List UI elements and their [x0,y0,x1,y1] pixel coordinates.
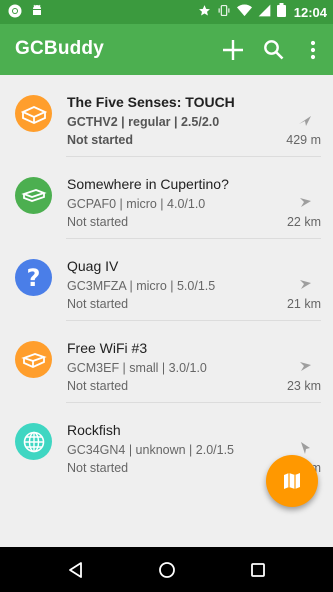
clock: 12:04 [293,5,327,20]
micro-cache-icon [15,177,52,214]
overflow-menu-icon [310,40,316,59]
cache-meta: GCM3EF | small | 3.0/1.0 [67,361,207,375]
direction-arrow-icon [300,280,311,289]
small-cache-icon [15,341,52,378]
recents-icon [250,562,265,577]
back-button[interactable] [56,550,96,590]
cache-meta: GCPAF0 | micro | 4.0/1.0 [67,197,206,211]
battery-icon [276,3,286,22]
cache-title: The Five Senses: TOUCH [67,94,235,110]
cache-title: Quag IV [67,258,119,274]
direction-arrow-icon [300,198,311,207]
cache-distance: 22 km [286,215,321,229]
add-button[interactable] [213,24,253,75]
overflow-menu-button[interactable] [293,24,333,75]
direction-arrow-icon [300,362,311,371]
regular-cache-icon [15,95,52,132]
android-debug-icon [30,4,44,23]
wifi-icon [236,4,252,22]
cache-meta: GCTHV2 | regular | 2.5/2.0 [67,115,220,129]
vibrate-icon [217,4,231,22]
back-icon [68,561,82,578]
direction-arrow-icon [299,116,311,126]
cache-title: Free WiFi #3 [67,340,148,356]
star-icon [198,4,211,22]
cache-status: Not started [67,133,133,147]
list-item[interactable]: The Five Senses: TOUCH GCTHV2 | regular … [0,75,333,157]
cache-distance: 21 km [286,297,321,311]
map-icon [284,473,300,489]
recents-button[interactable] [238,550,278,590]
app-title: GCBuddy [15,38,105,59]
signal-icon [258,4,271,22]
cache-distance: 23 km [286,379,321,393]
cache-meta: GC34GN4 | unknown | 2.0/1.5 [67,443,235,457]
list-item[interactable]: Somewhere in Cupertino? GCPAF0 | micro |… [0,157,333,239]
status-bar: 12:04 [0,0,333,24]
search-icon [263,40,283,60]
cache-status: Not started [67,215,129,229]
chrome-icon [8,4,22,23]
home-icon [158,561,175,578]
cache-status: Not started [67,379,129,393]
cache-title: Rockfish [67,422,121,438]
earth-cache-icon [15,423,52,460]
cache-title: Somewhere in Cupertino? [67,176,229,192]
home-button[interactable] [147,550,187,590]
navigation-bar [0,547,333,592]
unknown-cache-icon: ? [15,259,52,296]
search-button[interactable] [253,24,293,75]
cache-meta: GC3MFZA | micro | 5.0/1.5 [67,279,216,293]
cache-distance: 429 m [286,133,321,147]
cache-status: Not started [67,461,129,475]
cache-status: Not started [67,297,129,311]
list-item[interactable]: ? Quag IV GC3MFZA | micro | 5.0/1.5 Not … [0,239,333,321]
direction-arrow-icon [301,442,310,454]
list-item[interactable]: Free WiFi #3 GCM3EF | small | 3.0/1.0 No… [0,321,333,403]
add-icon [223,39,243,60]
app-bar: GCBuddy [0,24,333,75]
map-fab-button[interactable] [266,455,318,507]
